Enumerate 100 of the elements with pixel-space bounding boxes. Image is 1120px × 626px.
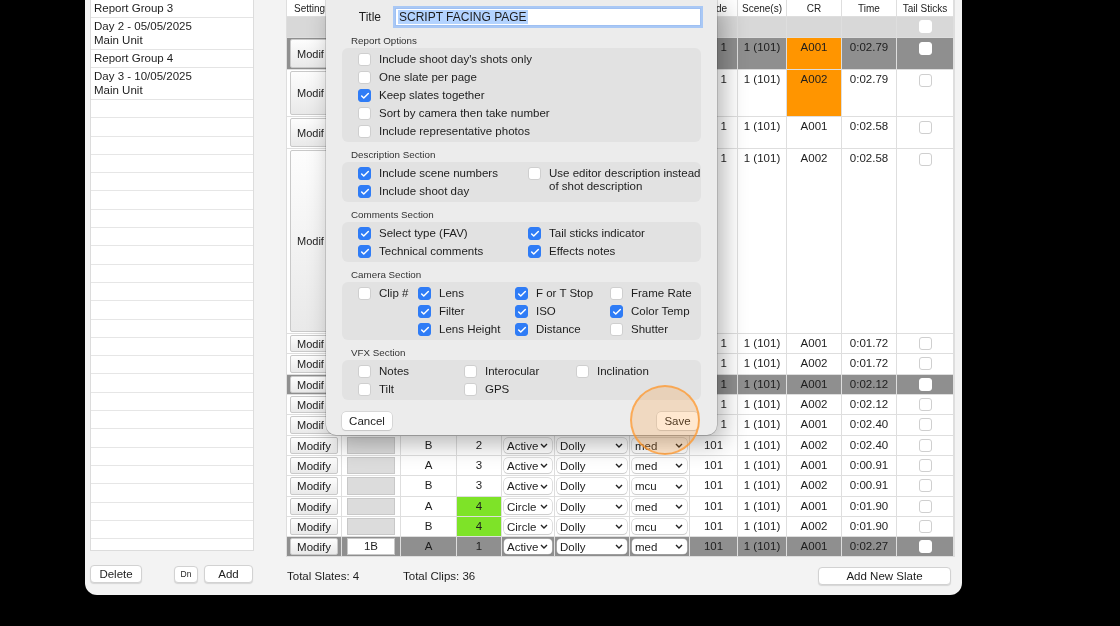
dropdown[interactable]: med	[632, 458, 687, 473]
checkbox[interactable]	[418, 305, 431, 318]
down-button[interactable]: Dn	[174, 565, 198, 583]
checkbox[interactable]	[918, 459, 932, 472]
checkbox[interactable]	[528, 245, 541, 258]
checkbox[interactable]	[918, 121, 932, 134]
table-cell: 0:02.79	[849, 73, 889, 86]
checkbox[interactable]	[358, 107, 371, 120]
checkbox[interactable]	[358, 71, 371, 84]
dropdown[interactable]: med	[632, 499, 687, 514]
list-item[interactable]: Day 3 - 10/05/2025 Main Unit	[91, 68, 253, 100]
chevron-down-icon	[540, 524, 548, 529]
list-item[interactable]: Report Group 4	[91, 50, 253, 68]
table-row[interactable]: Modify B 3 Active Dolly mcu 101 1 (101) A002 0:00.91	[287, 476, 954, 497]
checkbox[interactable]	[358, 365, 371, 378]
slate-field[interactable]	[347, 437, 395, 454]
dropdown[interactable]: mcu	[632, 519, 687, 534]
checkbox[interactable]	[358, 287, 371, 300]
checkbox[interactable]	[464, 365, 477, 378]
checkbox[interactable]	[358, 89, 371, 102]
dropdown[interactable]: Active	[504, 478, 552, 494]
dropdown[interactable]: Dolly	[557, 458, 627, 473]
modify-button[interactable]: Modify	[290, 457, 338, 474]
slate-field[interactable]	[347, 498, 395, 515]
checkbox[interactable]	[528, 227, 541, 240]
table-cell: 1	[720, 73, 727, 86]
table-cell: 0:02.58	[849, 152, 889, 165]
dropdown[interactable]: Dolly	[557, 478, 627, 494]
checkbox[interactable]	[358, 245, 371, 258]
checkbox[interactable]	[918, 74, 932, 87]
table-row[interactable]: Modify A 4 Circle Dolly med 101 1 (101) A001 0:01.90	[287, 497, 954, 517]
checkbox[interactable]	[918, 418, 932, 431]
checkbox[interactable]	[610, 305, 623, 318]
checkbox[interactable]	[358, 53, 371, 66]
dropdown[interactable]: Circle	[504, 519, 552, 534]
checkbox[interactable]	[464, 383, 477, 396]
checkbox[interactable]	[358, 227, 371, 240]
column-header: Setting	[294, 2, 326, 15]
checkbox[interactable]	[918, 357, 932, 370]
title-field[interactable]: SCRIPT FACING PAGE	[395, 8, 701, 26]
check-icon	[359, 186, 370, 197]
checkbox[interactable]	[918, 153, 932, 166]
checkbox[interactable]	[918, 439, 932, 452]
group-title: Report Group 4	[94, 51, 175, 65]
dropdown[interactable]: Active	[504, 438, 552, 453]
slate-field[interactable]	[347, 477, 395, 495]
slate-field[interactable]	[347, 457, 395, 474]
table-row[interactable]: Modify B 4 Circle Dolly mcu 101 1 (101) A002 0:01.90	[287, 517, 954, 537]
checkbox[interactable]	[358, 167, 371, 180]
checkbox[interactable]	[610, 287, 623, 300]
section-title: Camera Section	[351, 269, 422, 280]
save-button[interactable]: Save	[657, 412, 698, 430]
slate-field[interactable]: 1B	[347, 538, 395, 555]
checkbox[interactable]	[918, 479, 932, 492]
table-row[interactable]: Modify A 3 Active Dolly med 101 1 (101) A001 0:00.91	[287, 456, 954, 476]
list-item[interactable]: Report Group 3	[91, 0, 253, 18]
dropdown[interactable]: Dolly	[557, 519, 627, 534]
dropdown[interactable]: Dolly	[557, 499, 627, 514]
modify-button[interactable]: Modify	[290, 498, 338, 515]
selected-row[interactable]: Modify 1B A 1 Active Dolly med 101 1 (101) A001 0:02.27	[287, 537, 954, 556]
dropdown[interactable]: Active	[504, 539, 552, 554]
dropdown[interactable]: med	[632, 539, 687, 554]
checkbox-label: ISO	[536, 305, 556, 318]
dropdown[interactable]: Dolly	[557, 539, 627, 554]
checkbox[interactable]	[918, 398, 932, 411]
checkbox-label: Lens	[439, 287, 464, 300]
checkbox[interactable]	[918, 520, 932, 533]
checkbox[interactable]	[918, 337, 932, 350]
modify-button[interactable]: Modify	[290, 437, 338, 454]
modify-button[interactable]: Modify	[290, 538, 338, 555]
checkbox[interactable]	[610, 323, 623, 336]
checkbox[interactable]	[358, 125, 371, 138]
cancel-button[interactable]: Cancel	[342, 412, 392, 430]
checkbox[interactable]	[918, 500, 932, 513]
dropdown[interactable]: mcu	[632, 478, 687, 494]
checkbox[interactable]	[528, 167, 541, 180]
checkbox[interactable]	[576, 365, 589, 378]
checkbox[interactable]	[515, 305, 528, 318]
table-cell: 1 (101)	[743, 500, 781, 513]
dropdown[interactable]: Dolly	[557, 438, 627, 453]
check-icon	[359, 228, 370, 239]
checkbox[interactable]	[418, 323, 431, 336]
section-title: Description Section	[351, 149, 436, 160]
add-button[interactable]: Add	[204, 565, 253, 583]
list-item[interactable]: Day 2 - 05/05/2025 Main Unit	[91, 18, 253, 50]
modify-button[interactable]: Modify	[290, 477, 338, 495]
modify-button[interactable]: Modify	[290, 518, 338, 535]
checkbox[interactable]	[515, 323, 528, 336]
checkbox[interactable]	[515, 287, 528, 300]
table-cell: 1	[720, 378, 727, 391]
delete-button[interactable]: Delete	[90, 565, 142, 583]
table-cell: 101	[703, 540, 724, 553]
slate-field[interactable]	[347, 518, 395, 535]
check-icon	[516, 288, 527, 299]
checkbox[interactable]	[418, 287, 431, 300]
checkbox[interactable]	[358, 185, 371, 198]
dropdown[interactable]: Circle	[504, 499, 552, 514]
add-slate-button[interactable]: Add New Slate	[818, 567, 951, 585]
dropdown[interactable]: Active	[504, 458, 552, 473]
checkbox[interactable]	[358, 383, 371, 396]
